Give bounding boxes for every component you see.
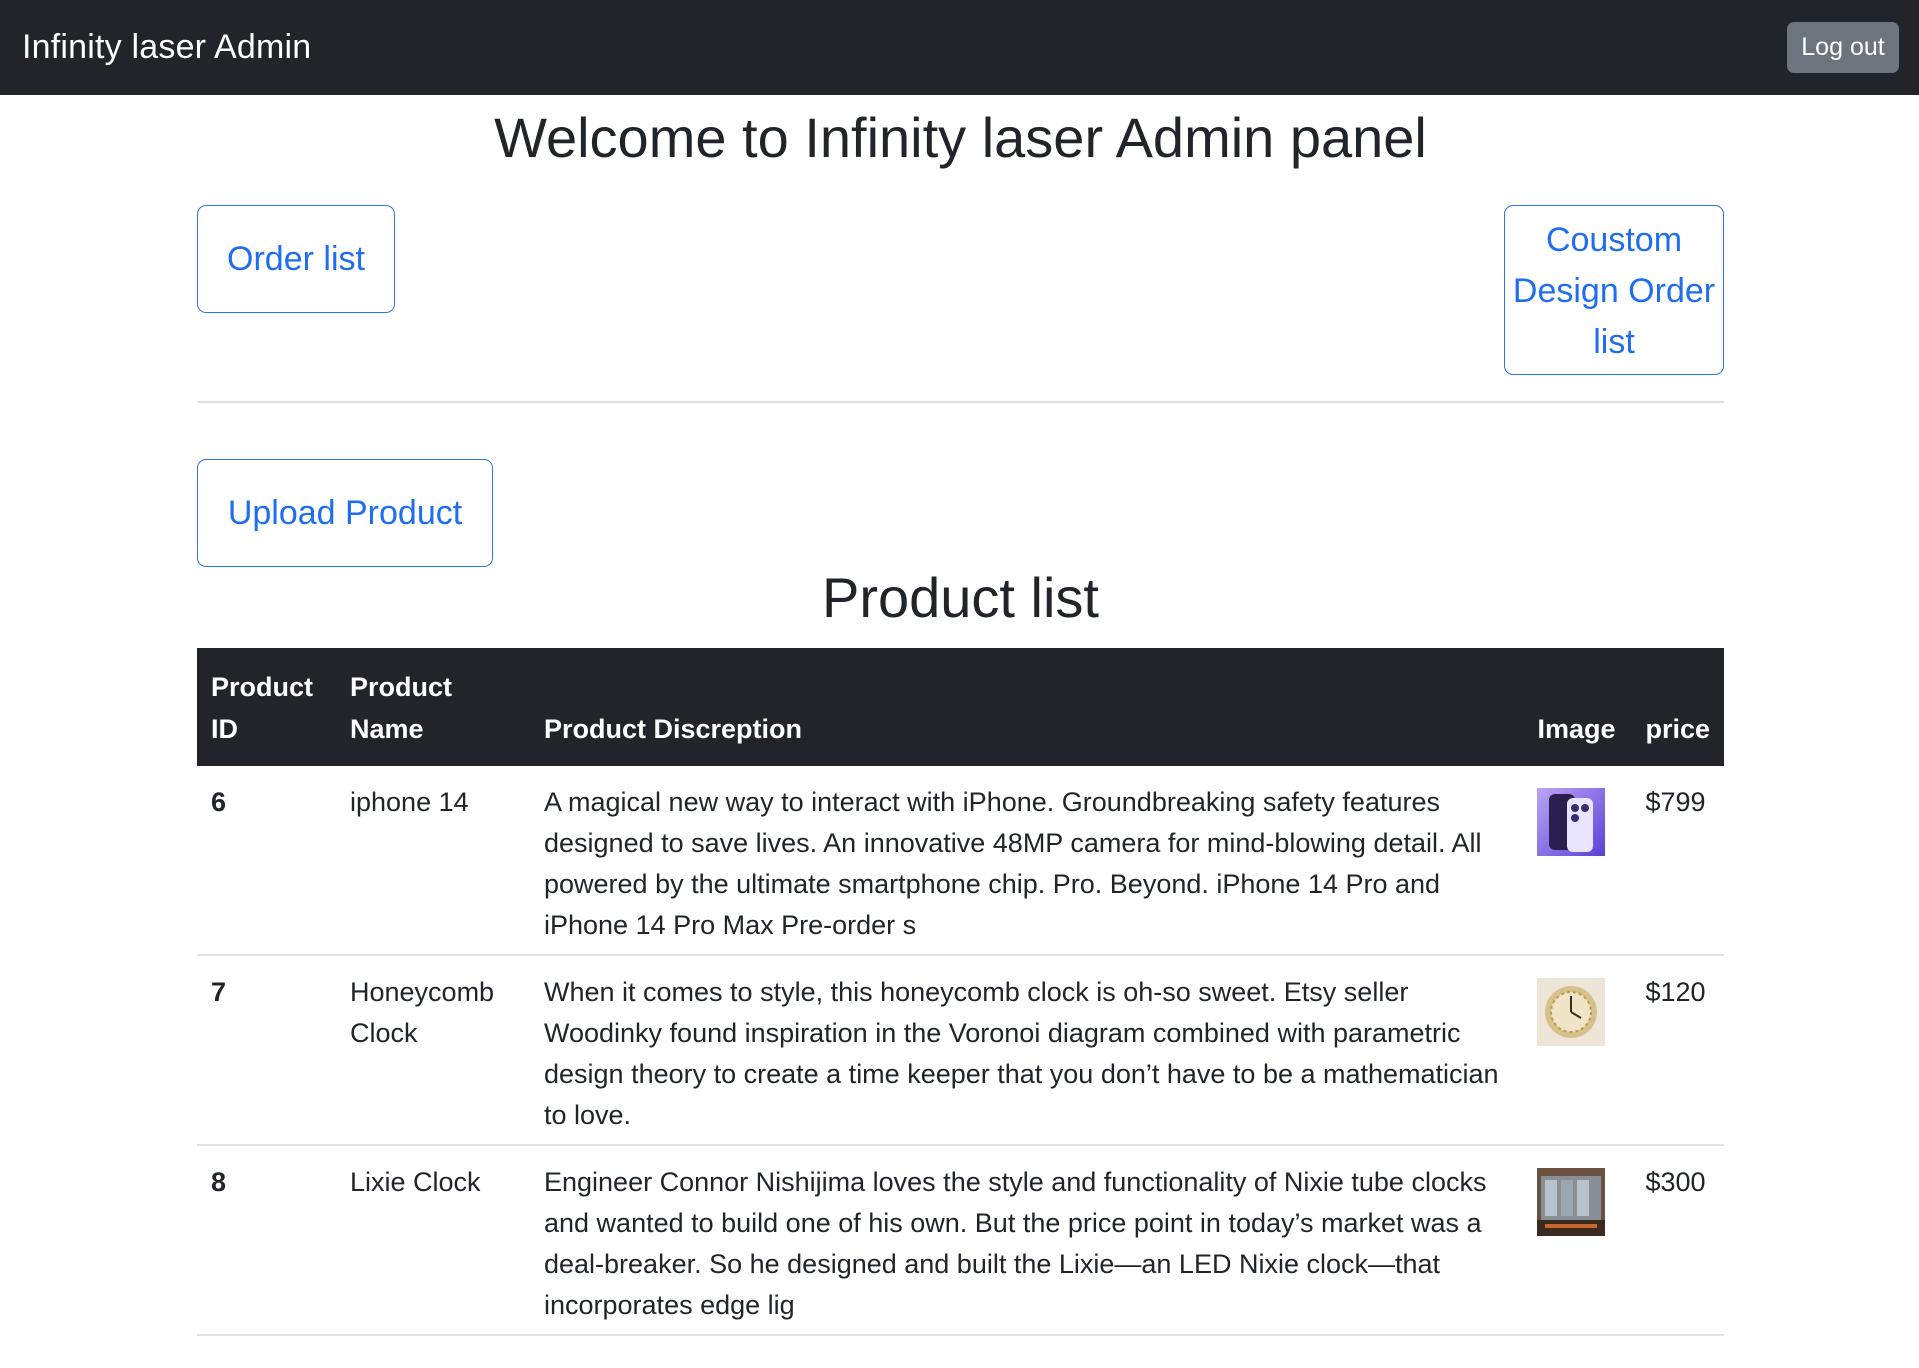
product-id-cell: 8 bbox=[197, 1145, 336, 1336]
product-id-cell: 6 bbox=[197, 766, 336, 956]
product-name-cell: Lixie Clock bbox=[336, 1145, 530, 1336]
header-product-name: Product Name bbox=[350, 672, 453, 744]
product-id-cell: 7 bbox=[197, 955, 336, 1146]
product-name-cell: Honeycomb Clock bbox=[336, 955, 530, 1146]
logout-button[interactable]: Log out bbox=[1787, 22, 1899, 73]
product-list-title: Product list bbox=[822, 566, 1099, 629]
table-header-row: Product ID Product Name Product Discrept… bbox=[197, 648, 1724, 766]
navbar-brand[interactable]: Infinity laser Admin bbox=[22, 28, 311, 67]
header-product-id: Product ID bbox=[211, 672, 314, 744]
main-container: Welcome to Infinity laser Admin panel Or… bbox=[197, 95, 1724, 1336]
product-name-cell: iphone 14 bbox=[336, 766, 530, 956]
lixie-thumbnail-icon[interactable] bbox=[1537, 1168, 1606, 1236]
phone-thumbnail-icon[interactable] bbox=[1537, 788, 1606, 856]
custom-design-order-list-button[interactable]: Coustom Design Order list bbox=[1504, 205, 1724, 375]
table-row: 7 Honeycomb Clock When it comes to style… bbox=[197, 955, 1724, 1146]
page-title: Welcome to Infinity laser Admin panel bbox=[494, 106, 1427, 169]
product-price-cell: $799 bbox=[1631, 766, 1724, 956]
product-image-cell bbox=[1523, 766, 1632, 956]
table-row: 8 Lixie Clock Engineer Connor Nishijima … bbox=[197, 1145, 1724, 1336]
product-price-cell: $120 bbox=[1631, 955, 1724, 1146]
clock-thumbnail-icon[interactable] bbox=[1537, 978, 1606, 1046]
product-image-cell bbox=[1523, 1145, 1632, 1336]
upload-product-button[interactable]: Upload Product bbox=[197, 459, 493, 567]
header-price: price bbox=[1645, 714, 1710, 744]
product-description-cell: Engineer Connor Nishijima loves the styl… bbox=[530, 1145, 1524, 1336]
product-description-cell: A magical new way to interact with iPhon… bbox=[530, 766, 1524, 956]
product-image-cell bbox=[1523, 955, 1632, 1146]
product-description-cell: When it comes to style, this honeycomb c… bbox=[530, 955, 1524, 1146]
table-row: 6 iphone 14 A magical new way to interac… bbox=[197, 766, 1724, 956]
header-image: Image bbox=[1537, 714, 1616, 744]
product-table: Product ID Product Name Product Discrept… bbox=[197, 648, 1724, 1336]
product-price-cell: $300 bbox=[1631, 1145, 1724, 1336]
order-list-button[interactable]: Order list bbox=[197, 205, 395, 313]
section-divider bbox=[197, 401, 1724, 403]
header-product-description: Product Discreption bbox=[544, 714, 803, 744]
top-navbar: Infinity laser Admin Log out bbox=[0, 0, 1919, 95]
